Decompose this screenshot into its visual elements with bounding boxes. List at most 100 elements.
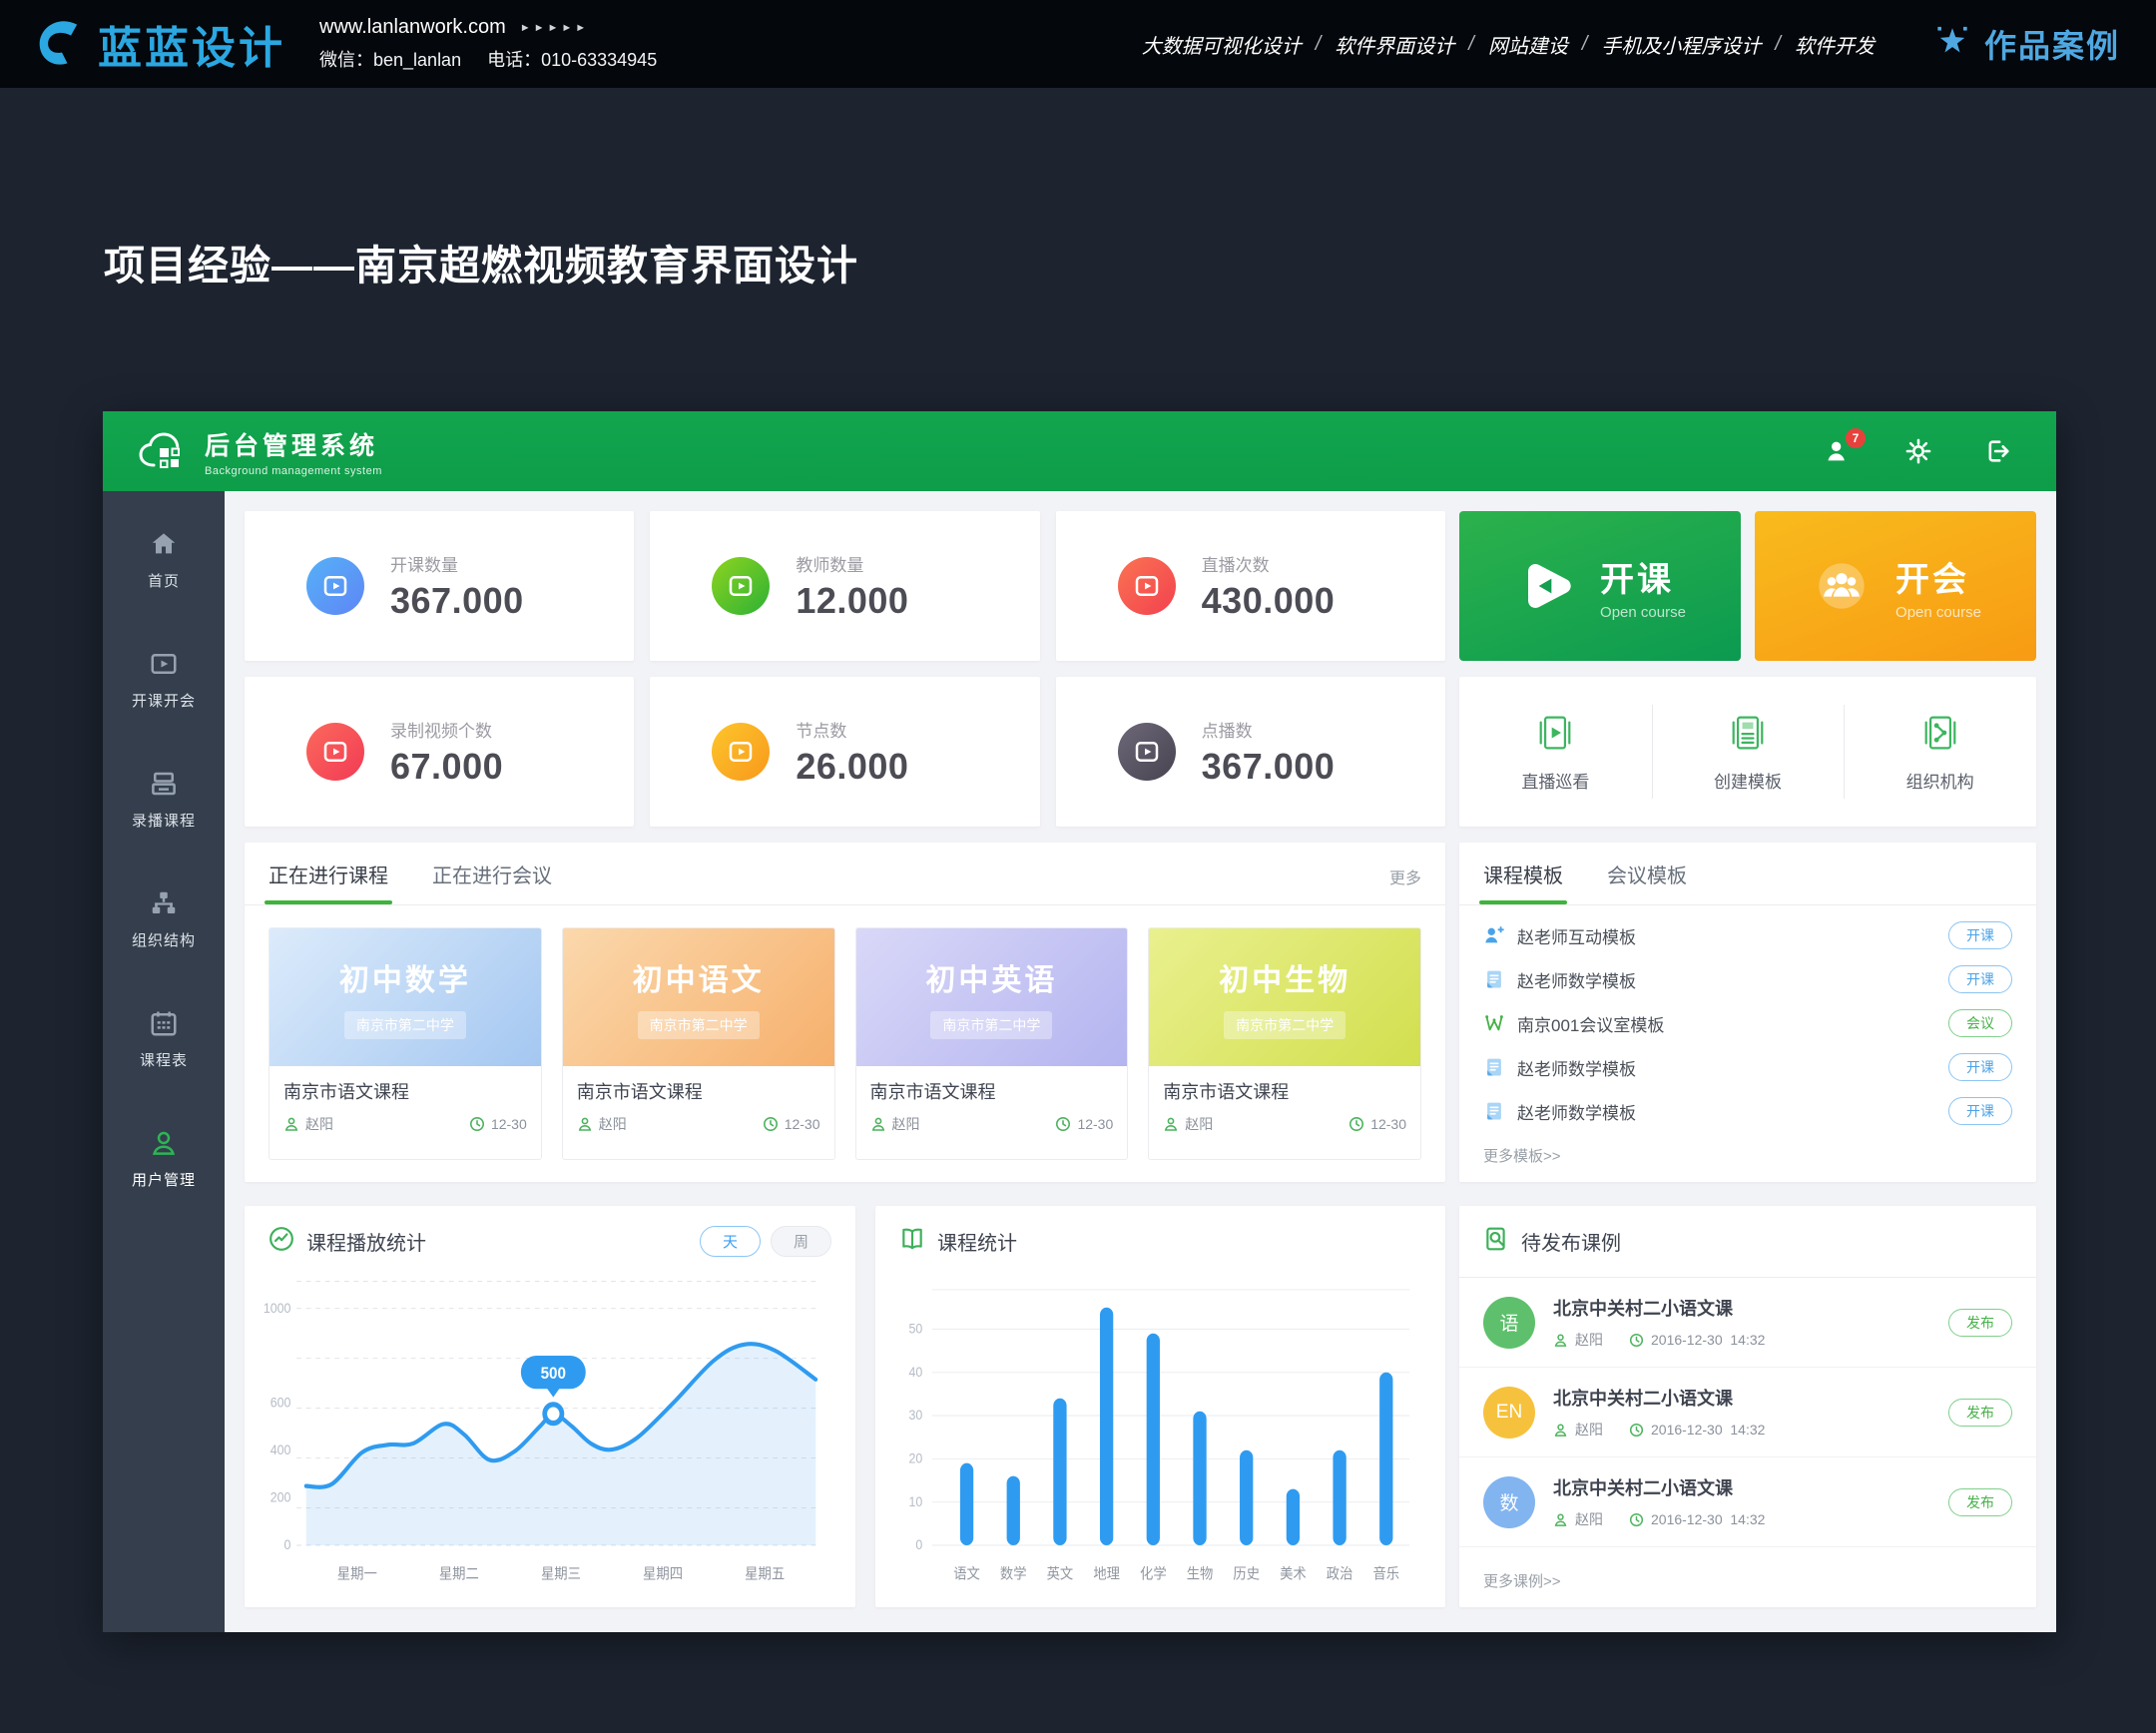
sidebar-item-label: 用户管理 xyxy=(132,1169,196,1190)
play-stats-panel: 课程播放统计 天周 10006004002000星期一星期二星期三星期四星期五5… xyxy=(245,1206,855,1607)
logo-text: 蓝蓝设计 xyxy=(98,12,285,76)
clock-icon xyxy=(1629,1512,1644,1527)
teacher-name: 赵阳 xyxy=(1575,1420,1603,1440)
sidebar-item-org[interactable]: 组织结构 xyxy=(132,888,196,950)
website-link[interactable]: www.lanlanwork.com xyxy=(319,16,506,39)
stat-card: 节点数 26.000 xyxy=(650,677,1039,827)
publish-pill-button[interactable]: 发布 xyxy=(1948,1488,2012,1516)
svg-text:星期四: 星期四 xyxy=(643,1565,683,1582)
open-meeting-button[interactable]: 开会 Open course xyxy=(1755,511,2036,661)
open-course-pill-button[interactable]: 开课 xyxy=(1948,1097,2012,1125)
nav-item[interactable]: 大数据可视化设计 xyxy=(1142,30,1302,59)
meeting-icon xyxy=(1483,1012,1505,1034)
sidebar-item-archive[interactable]: 录播课程 xyxy=(132,769,196,831)
template-name: 赵老师数学模板 xyxy=(1517,967,1636,992)
page-title: 项目经验——南京超燃视频教育界面设计 xyxy=(104,232,858,291)
publish-pill-button[interactable]: 发布 xyxy=(1948,1399,2012,1427)
stat-card: 教师数量 12.000 xyxy=(650,511,1039,661)
user-notifications-button[interactable]: 7 xyxy=(1825,437,1853,465)
course-subject: 初中英语 xyxy=(925,955,1057,999)
quick-action-qa-org[interactable]: 组织机构 xyxy=(1844,677,2036,827)
template-name: 赵老师数学模板 xyxy=(1517,1055,1636,1080)
open-course-button[interactable]: 开课 Open course xyxy=(1459,511,1741,661)
open-course-pill-button[interactable]: 开课 xyxy=(1948,965,2012,993)
teacher-name: 赵阳 xyxy=(599,1114,627,1134)
course-card[interactable]: 初中语文 南京市第二中学 南京市语文课程 赵阳 12-30 xyxy=(562,927,835,1160)
more-templates-link[interactable]: 更多模板>> xyxy=(1459,1141,2036,1182)
video-play-icon xyxy=(306,557,364,615)
course-card[interactable]: 初中数学 南京市第二中学 南京市语文课程 赵阳 12-30 xyxy=(269,927,542,1160)
course-banner: 初中数学 南京市第二中学 xyxy=(270,928,541,1066)
tab-1[interactable]: 课程模板 xyxy=(1483,860,1563,904)
quick-action-qa-doc[interactable]: 创建模板 xyxy=(1652,677,1845,827)
stat-label: 节点数 xyxy=(796,717,908,742)
course-card[interactable]: 初中生物 南京市第二中学 南京市语文课程 赵阳 12-30 xyxy=(1148,927,1421,1160)
settings-gear-icon[interactable] xyxy=(1904,437,1932,465)
open-course-pill-button[interactable]: 开课 xyxy=(1948,921,2012,949)
nav-item[interactable]: 软件开发 xyxy=(1795,30,1875,59)
sidebar-item-calendar[interactable]: 课程表 xyxy=(140,1008,188,1070)
stat-card: 开课数量 367.000 xyxy=(245,511,634,661)
line-chart: 10006004002000星期一星期二星期三星期四星期五500 xyxy=(245,1263,855,1607)
toggle-day[interactable]: 天 xyxy=(700,1226,761,1257)
lanlan-logo-icon xyxy=(30,15,88,73)
course-time: 12-30 xyxy=(1077,1116,1113,1132)
meeting-pill-button[interactable]: 会议 xyxy=(1948,1009,2012,1037)
tab-2[interactable]: 会议模板 xyxy=(1607,860,1687,904)
more-link[interactable]: 更多 xyxy=(1389,865,1421,904)
course-name: 南京市语文课程 xyxy=(1163,1078,1406,1104)
dashboard-body: 首页开课开会录播课程组织结构课程表用户管理 开课数量 367.000 教师数量 … xyxy=(103,491,2056,1632)
svg-text:50: 50 xyxy=(909,1321,923,1337)
svg-text:生物: 生物 xyxy=(1187,1565,1214,1582)
play-stats-header: 课程播放统计 天周 xyxy=(245,1206,855,1263)
stats-grid: 开课数量 367.000 教师数量 12.000 直播次数 430.000 录制… xyxy=(245,511,1445,827)
svg-text:政治: 政治 xyxy=(1327,1565,1353,1582)
template-row: 赵老师互动模板 开课 xyxy=(1483,913,2012,957)
more-courses-link[interactable]: 更多课例>> xyxy=(1459,1566,2036,1607)
phone-label: 电话：010-63334945 xyxy=(487,46,657,72)
svg-text:化学: 化学 xyxy=(1140,1565,1167,1582)
nav-item[interactable]: 手机及小程序设计 xyxy=(1601,30,1761,59)
dashboard-header: 后台管理系统 Background management system 7 xyxy=(103,411,2056,491)
sidebar-item-home[interactable]: 首页 xyxy=(148,529,180,591)
teacher-icon xyxy=(283,1116,299,1132)
teacher-name: 赵阳 xyxy=(1185,1114,1213,1134)
pending-course-row: 数 北京中关村二小语文课 赵阳 2016-12-30 14:32 发布 xyxy=(1459,1457,2036,1547)
nav-item[interactable]: 软件界面设计 xyxy=(1335,30,1454,59)
svg-text:星期二: 星期二 xyxy=(439,1565,479,1582)
course-time: 12-30 xyxy=(785,1116,820,1132)
quick-action-qa-play[interactable]: 直播巡看 xyxy=(1459,677,1652,827)
nav-item[interactable]: 网站建设 xyxy=(1488,30,1568,59)
publish-pill-button[interactable]: 发布 xyxy=(1948,1309,2012,1337)
course-banner: 初中语文 南京市第二中学 xyxy=(563,928,834,1066)
archive-icon xyxy=(149,769,179,799)
sidebar-item-video[interactable]: 开课开会 xyxy=(132,649,196,711)
templates-tabs: 课程模板会议模板 xyxy=(1459,843,2036,905)
sidebar-item-label: 开课开会 xyxy=(132,690,196,711)
toggle-week[interactable]: 周 xyxy=(771,1226,831,1257)
school-tag: 南京市第二中学 xyxy=(344,1011,466,1039)
video-play-icon xyxy=(712,557,770,615)
user-icon xyxy=(149,1128,179,1158)
clock-icon xyxy=(1055,1116,1071,1132)
sidebar-item-label: 组织结构 xyxy=(132,929,196,950)
tab-1[interactable]: 正在进行课程 xyxy=(269,860,388,904)
subject-badge: 数 xyxy=(1483,1476,1535,1528)
cases-link[interactable]: 作品案例 xyxy=(1930,21,2120,67)
course-name: 南京市语文课程 xyxy=(283,1078,527,1104)
sidebar-item-user[interactable]: 用户管理 xyxy=(132,1128,196,1190)
svg-text:0: 0 xyxy=(284,1537,291,1553)
nav-separator: / xyxy=(1775,33,1781,56)
logout-icon[interactable] xyxy=(1984,437,2012,465)
sidebar-item-label: 课程表 xyxy=(140,1049,188,1070)
tab-2[interactable]: 正在进行会议 xyxy=(432,860,552,904)
lanlan-logo[interactable]: 蓝蓝设计 xyxy=(30,12,285,76)
svg-text:星期五: 星期五 xyxy=(745,1565,785,1582)
open-course-pill-button[interactable]: 开课 xyxy=(1948,1053,2012,1081)
pending-datetime: 2016-12-30 14:32 xyxy=(1651,1422,1765,1438)
course-card[interactable]: 初中英语 南京市第二中学 南京市语文课程 赵阳 12-30 xyxy=(855,927,1129,1160)
svg-text:40: 40 xyxy=(909,1364,923,1380)
doc-icon xyxy=(1483,1100,1505,1122)
left-column: 开课数量 367.000 教师数量 12.000 直播次数 430.000 录制… xyxy=(245,511,1445,1612)
header-actions: 7 xyxy=(1825,437,2026,465)
